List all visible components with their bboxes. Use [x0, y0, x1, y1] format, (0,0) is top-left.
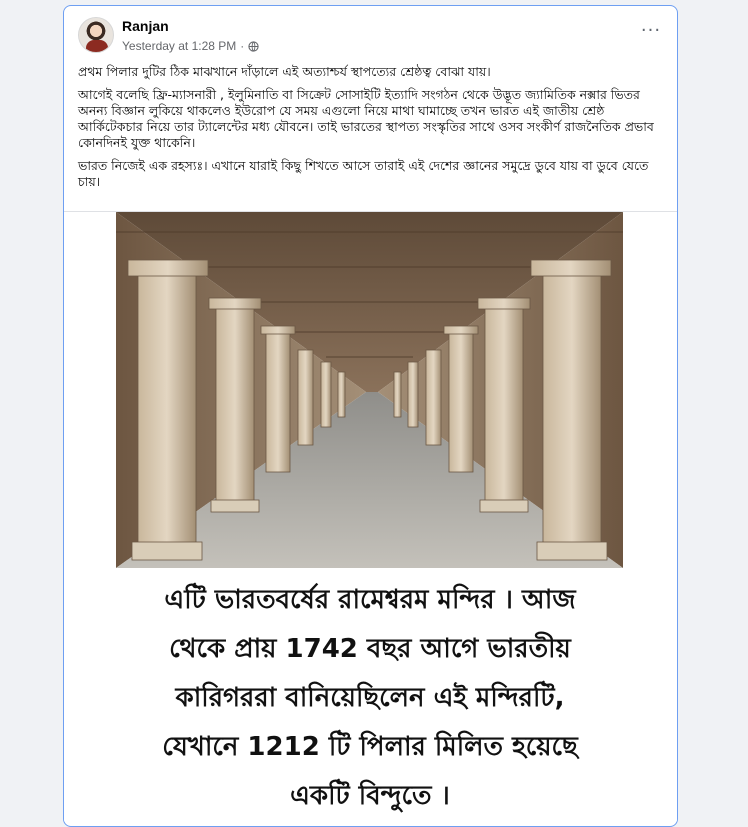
caption-line: কারিগররা বানিয়েছিলেন এই মন্দিরটি, [175, 683, 565, 713]
caption-line: যেখানে 1212 টি পিলার মিলিত হয়েছে [162, 732, 578, 762]
author-name[interactable]: Ranjan [122, 18, 169, 34]
post-paragraph: ভারত নিজেই এক রহস্যঃ। এখানে যারাই কিছু শ… [78, 158, 649, 189]
more-options-icon[interactable]: ··· [639, 22, 663, 44]
globe-icon [248, 40, 259, 52]
meta-separator: · [240, 39, 245, 53]
post-image[interactable]: এটি ভারতবর্ষের রামেশ্বরম মন্দির । আজ থেক… [64, 212, 677, 822]
caption-line: এটি ভারতবর্ষের রামেশ্বরম মন্দির । আজ [164, 585, 576, 615]
caption-line: থেকে প্রায় 1742 বছর আগে ভারতীয় [169, 634, 571, 664]
post-card: Ranjan Yesterday at 1:28 PM · ··· প্রথম … [63, 5, 678, 827]
caption-line: একটি বিন্দুতে । [290, 781, 450, 811]
post-text: প্রথম পিলার দুটির ঠিক মাঝখানে দাঁড়ালে এ… [78, 64, 668, 197]
post-meta: Yesterday at 1:28 PM · [122, 39, 259, 53]
author-avatar[interactable] [78, 17, 114, 53]
post-header: Ranjan Yesterday at 1:28 PM · ··· [78, 17, 663, 57]
image-caption: এটি ভারতবর্ষের রামেশ্বরম মন্দির । আজ থেক… [124, 576, 616, 821]
post-paragraph: প্রথম পিলার দুটির ঠিক মাঝখানে দাঁড়ালে এ… [78, 64, 491, 79]
corridor-photo [116, 212, 623, 568]
post-paragraph: আগেই বলেছি ফ্রি-ম্যাসনারী , ইলুমিনাতি বা… [78, 87, 654, 150]
post-timestamp[interactable]: Yesterday at 1:28 PM [122, 39, 236, 53]
